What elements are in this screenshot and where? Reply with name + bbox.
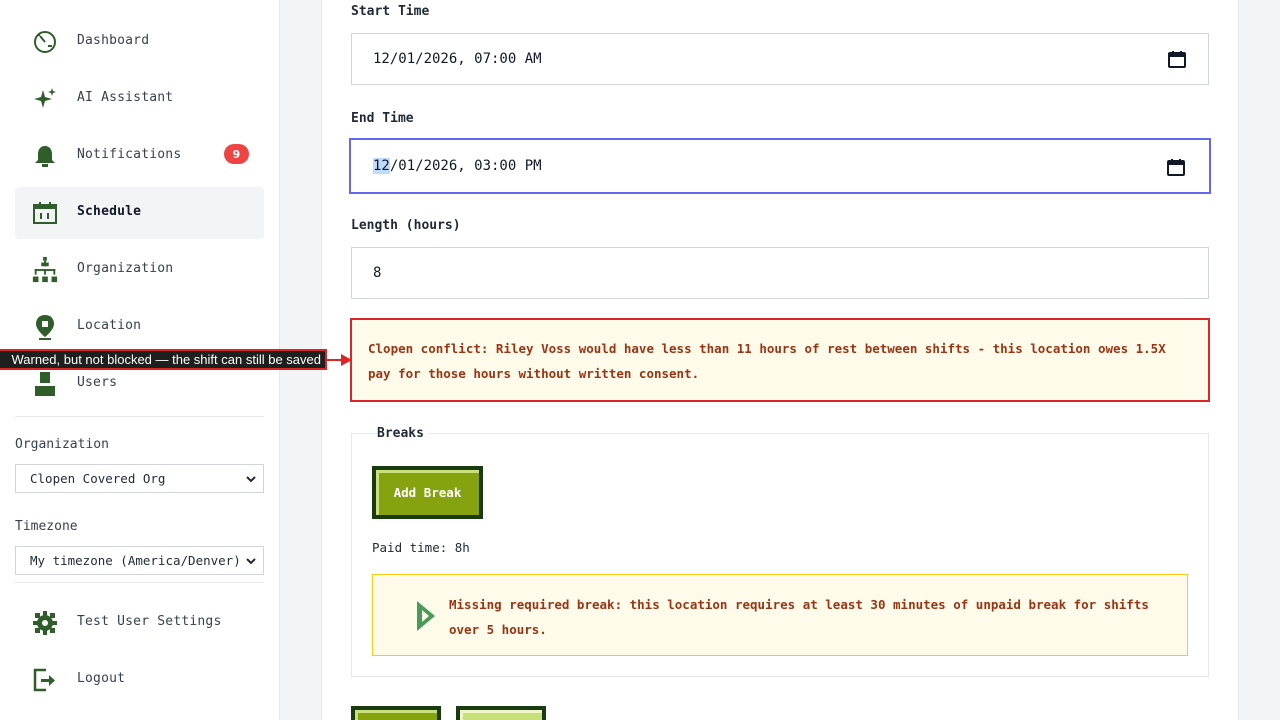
clopen-conflict-alert: Clopen conflict: Riley Voss would have l…: [350, 318, 1210, 402]
add-break-label: Add Break: [393, 485, 462, 500]
missing-break-text: Missing required break: this location re…: [449, 597, 1149, 637]
sidebar-item-label: Test User Settings: [77, 614, 222, 629]
end-time-input[interactable]: 12/01/2026, 03:00 PM: [349, 138, 1211, 194]
sidebar-item-dashboard[interactable]: Dashboard: [15, 16, 264, 68]
chevron-down-icon: [245, 473, 257, 488]
start-time-label: Start Time: [351, 4, 430, 19]
length-value: 8: [373, 265, 382, 281]
clopen-conflict-text: Clopen conflict: Riley Voss would have l…: [368, 341, 1166, 381]
length-input[interactable]: 8: [351, 247, 1209, 299]
location-pin-icon: [31, 313, 59, 341]
sidebar-item-label: Schedule: [77, 204, 142, 219]
calendar-icon: [31, 199, 59, 227]
organization-select-value: Clopen Covered Org: [30, 471, 166, 486]
sidebar-item-settings[interactable]: Test User Settings: [15, 597, 264, 649]
end-time-value: /01/2026, 03:00 PM: [389, 158, 542, 174]
start-time-input[interactable]: 12/01/2026, 07:00 AM: [351, 33, 1209, 85]
annotation-callout: Warned, but not blocked — the shift can …: [0, 349, 327, 370]
end-time-month-segment: 12: [373, 158, 390, 174]
sidebar-divider: [15, 582, 264, 583]
sidebar-item-ai-assistant[interactable]: AI Assistant: [15, 73, 264, 125]
sidebar-item-organization[interactable]: Organization: [15, 244, 264, 296]
warning-icon: [415, 599, 437, 637]
logout-icon: [31, 666, 59, 694]
gear-icon: [31, 609, 59, 637]
organization-label: Organization: [15, 437, 109, 452]
calendar-picker-icon[interactable]: [1167, 158, 1185, 180]
user-icon: [31, 370, 59, 398]
calendar-picker-icon[interactable]: [1168, 50, 1186, 72]
sidebar-item-schedule[interactable]: Schedule: [15, 187, 264, 239]
end-time-label: End Time: [351, 111, 414, 126]
chevron-down-icon: [245, 555, 257, 570]
annotation-arrow-icon: [327, 354, 352, 366]
sidebar-item-location[interactable]: Location: [15, 301, 264, 353]
sidebar-item-notifications[interactable]: Notifications 9: [15, 130, 264, 182]
sidebar-item-logout[interactable]: Logout: [15, 654, 264, 706]
save-button[interactable]: [351, 706, 441, 720]
breaks-legend: Breaks: [377, 426, 428, 441]
dashboard-icon: [31, 28, 59, 56]
sidebar-item-label: Organization: [77, 261, 174, 276]
sidebar-item-label: AI Assistant: [77, 90, 174, 105]
sidebar-item-label: Dashboard: [77, 33, 150, 48]
timezone-label: Timezone: [15, 519, 78, 534]
annotation-text: Warned, but not blocked — the shift can …: [11, 352, 321, 367]
missing-break-alert: Missing required break: this location re…: [372, 574, 1188, 656]
org-chart-icon: [31, 256, 59, 284]
notification-count-badge: 9: [224, 144, 249, 164]
sidebar-item-label: Notifications: [77, 147, 182, 162]
cancel-button[interactable]: [456, 706, 546, 720]
add-break-button[interactable]: Add Break: [372, 466, 483, 519]
start-time-value: 12/01/2026, 07:00 AM: [373, 51, 542, 67]
length-label: Length (hours): [351, 218, 461, 233]
timezone-select-value: My timezone (America/Denver): [30, 553, 241, 568]
timezone-select[interactable]: My timezone (America/Denver): [15, 546, 264, 575]
sidebar-item-label: Users: [77, 375, 118, 390]
bell-icon: [31, 142, 59, 170]
sparkle-icon: [31, 85, 59, 113]
sidebar-divider: [15, 416, 264, 417]
paid-time-text: Paid time: 8h: [372, 540, 470, 555]
sidebar-item-label: Logout: [77, 671, 126, 686]
organization-select[interactable]: Clopen Covered Org: [15, 464, 264, 493]
sidebar-item-label: Location: [77, 318, 142, 333]
